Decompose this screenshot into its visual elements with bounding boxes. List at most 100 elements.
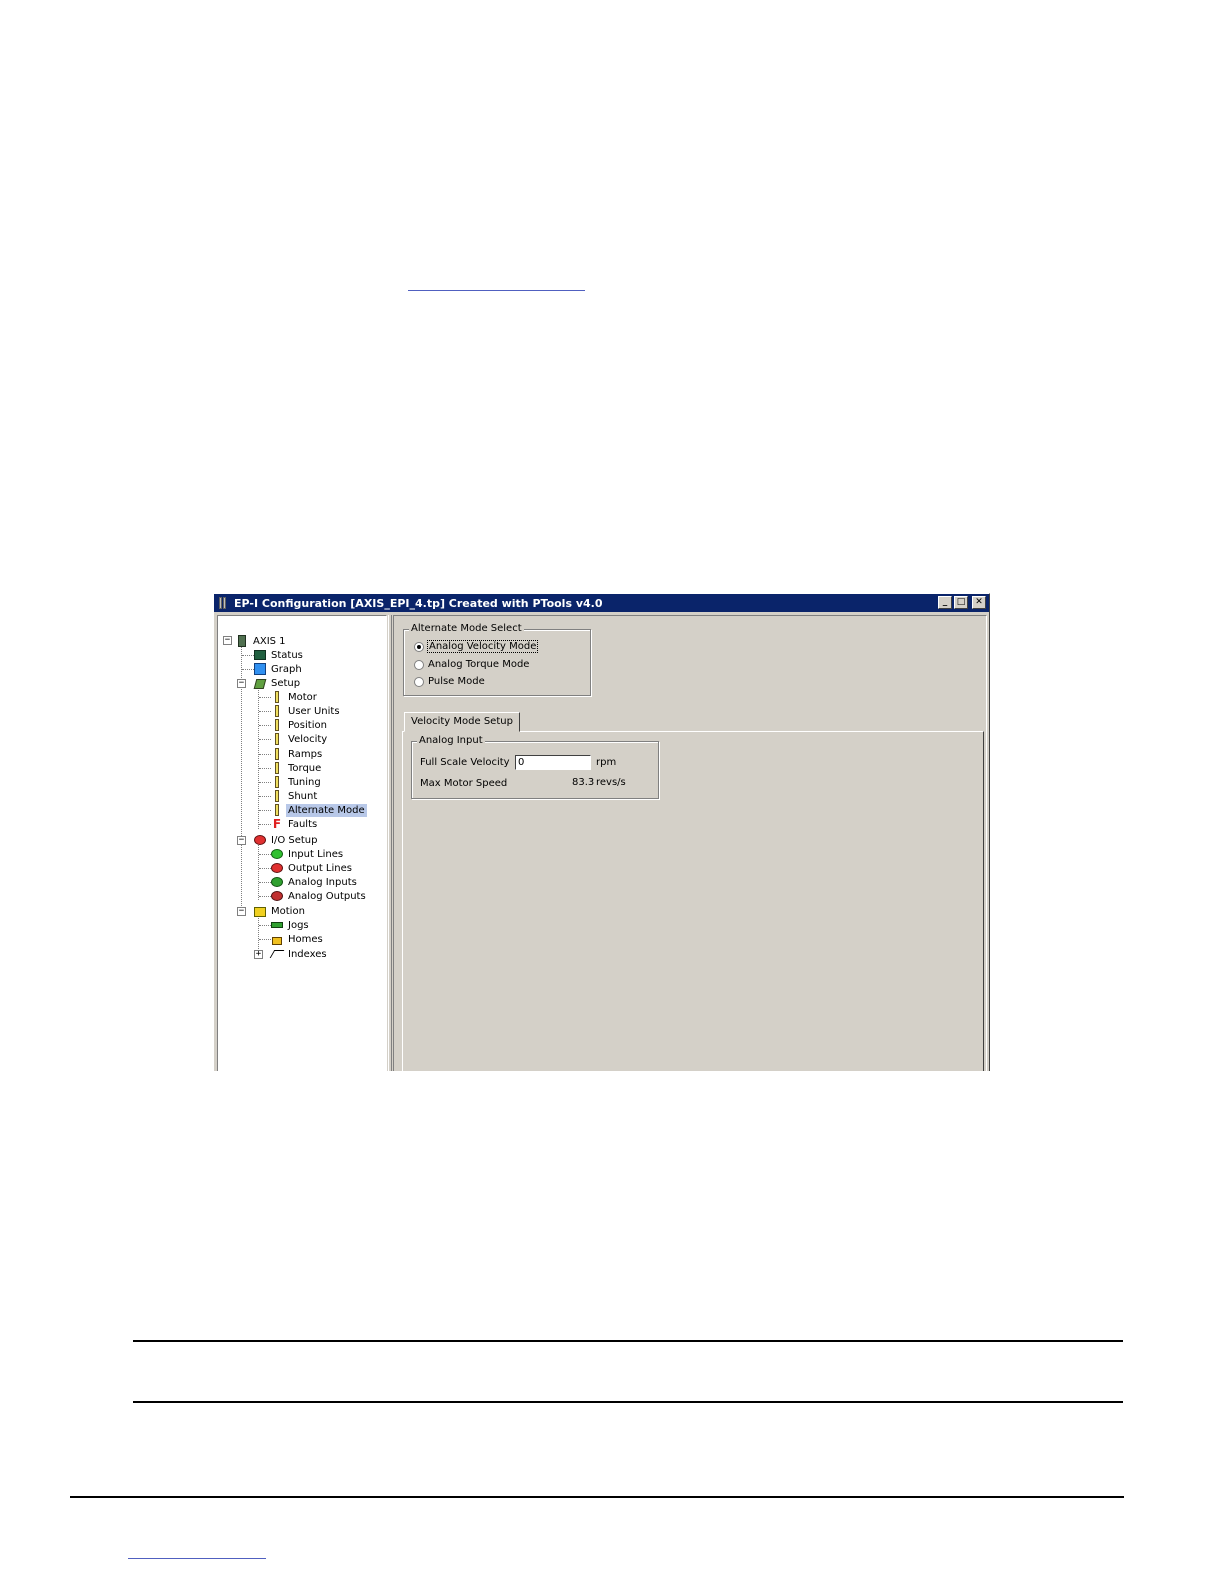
tree-item-velocity[interactable]: Velocity [271, 732, 329, 746]
tree-item-position[interactable]: Position [271, 718, 329, 732]
tree-connector [259, 824, 271, 825]
window-title: EP-I Configuration [AXIS_EPI_4.tp] Creat… [234, 596, 603, 610]
graph-icon [254, 663, 266, 675]
tree-connector [259, 882, 271, 883]
jog-arrow-icon [271, 919, 283, 931]
tree-item-axis[interactable]: AXIS 1 [236, 634, 288, 648]
fault-icon: F [272, 817, 282, 831]
tree-connector [259, 896, 271, 897]
divider-rule [133, 1340, 1123, 1342]
setup-icon [254, 677, 266, 689]
tree-item-user-units[interactable]: User Units [271, 704, 342, 718]
tree-item-shunt[interactable]: Shunt [271, 789, 319, 803]
footer-rule [70, 1496, 1124, 1498]
tree-connector [259, 925, 271, 926]
analog-input-title: Analog Input [417, 735, 485, 746]
tree-item-jogs[interactable]: Jogs [271, 918, 311, 932]
tree-item-setup[interactable]: Setup [254, 676, 302, 690]
tree-item-output-lines[interactable]: Output Lines [271, 861, 354, 875]
app-window: EP-I Configuration [AXIS_EPI_4.tp] Creat… [213, 593, 990, 1071]
tree-connector [259, 725, 271, 726]
tree-item-io-setup[interactable]: I/O Setup [254, 833, 319, 847]
analog-inputs-icon [271, 876, 283, 888]
close-button[interactable]: ✕ [972, 596, 986, 609]
tree-connector [259, 768, 271, 769]
tree-item-analog-inputs[interactable]: Analog Inputs [271, 875, 359, 889]
analog-outputs-icon [271, 890, 283, 902]
radio-button [414, 676, 424, 687]
tree-connector [258, 843, 259, 900]
tree-connector [259, 754, 271, 755]
tree-connector [259, 939, 271, 940]
radio-analog-velocity[interactable]: Analog Velocity Mode [414, 640, 539, 653]
tree-connector [258, 686, 259, 829]
collapse-toggle[interactable]: − [237, 907, 246, 916]
io-icon [254, 834, 266, 846]
parameter-icon [271, 790, 283, 802]
properties-pane: Alternate Mode Select Analog Velocity Mo… [393, 615, 987, 1071]
tree-item-tuning[interactable]: Tuning [271, 775, 323, 789]
tree-item-homes[interactable]: Homes [271, 932, 325, 946]
tree-item-motion[interactable]: Motion [254, 904, 307, 918]
parameter-icon [271, 733, 283, 745]
tree-connector [259, 739, 271, 740]
tree-connector [259, 782, 271, 783]
collapse-toggle[interactable]: − [237, 679, 246, 688]
expand-toggle[interactable]: + [254, 950, 263, 959]
parameter-icon [271, 748, 283, 760]
parameter-icon [271, 762, 283, 774]
tree-connector [259, 711, 271, 712]
analog-input-groupbox: Analog Input Full Scale Velocity 0 rpm M… [411, 735, 659, 799]
title-bar[interactable]: EP-I Configuration [AXIS_EPI_4.tp] Creat… [214, 594, 989, 612]
link-underline-top [408, 290, 585, 291]
tab-velocity-mode-setup[interactable]: Velocity Mode Setup [404, 712, 520, 732]
full-scale-velocity-unit: rpm [596, 757, 617, 768]
tree-item-torque[interactable]: Torque [271, 761, 323, 775]
pane-splitter[interactable] [388, 615, 392, 1071]
app-icon [218, 597, 228, 609]
tree-connector [259, 796, 271, 797]
status-icon [254, 649, 266, 661]
collapse-toggle[interactable]: − [223, 636, 232, 645]
tree-item-alternate-mode[interactable]: Alternate Mode [271, 803, 367, 817]
divider-rule [133, 1401, 1123, 1403]
radio-button [414, 641, 424, 652]
tree-item-indexes[interactable]: Indexes [271, 947, 329, 961]
maximize-button[interactable]: □ [954, 596, 968, 609]
parameter-icon [271, 719, 283, 731]
tree-connector [242, 669, 254, 670]
tree-item-graph[interactable]: Graph [254, 662, 304, 676]
radio-analog-torque[interactable]: Analog Torque Mode [414, 659, 529, 670]
parameter-icon [271, 776, 283, 788]
home-icon [271, 933, 283, 945]
tree-connector [259, 810, 271, 811]
tree-item-analog-outputs[interactable]: Analog Outputs [271, 889, 368, 903]
full-scale-velocity-input[interactable]: 0 [515, 755, 591, 770]
parameter-icon [271, 804, 283, 816]
motion-icon [254, 905, 266, 917]
link-underline-bottom [128, 1558, 266, 1559]
max-motor-speed-value: 83.3 [572, 777, 595, 788]
collapse-toggle[interactable]: − [237, 836, 246, 845]
input-lines-icon [271, 848, 283, 860]
window-controls: _ □ ✕ [938, 596, 986, 609]
alternate-mode-title: Alternate Mode Select [409, 623, 524, 634]
minimize-button[interactable]: _ [938, 596, 952, 609]
alternate-mode-groupbox: Alternate Mode Select Analog Velocity Mo… [403, 623, 591, 696]
tab-page: Analog Input Full Scale Velocity 0 rpm M… [402, 731, 984, 1071]
full-scale-velocity-label: Full Scale Velocity [420, 757, 510, 768]
tree-item-status[interactable]: Status [254, 648, 305, 662]
parameter-icon [271, 691, 283, 703]
navigation-tree[interactable]: − AXIS 1 Status Graph − Setup Motor User [217, 615, 387, 1071]
tree-item-motor[interactable]: Motor [271, 690, 319, 704]
tree-item-faults[interactable]: F Faults [271, 817, 319, 831]
max-motor-speed-label: Max Motor Speed [420, 778, 508, 789]
tree-item-ramps[interactable]: Ramps [271, 747, 324, 761]
tree-item-input-lines[interactable]: Input Lines [271, 847, 345, 861]
tree-connector [259, 697, 271, 698]
parameter-icon [271, 705, 283, 717]
axis-icon [236, 635, 248, 647]
radio-pulse-mode[interactable]: Pulse Mode [414, 676, 485, 687]
output-lines-icon [271, 862, 283, 874]
tree-connector [259, 854, 271, 855]
